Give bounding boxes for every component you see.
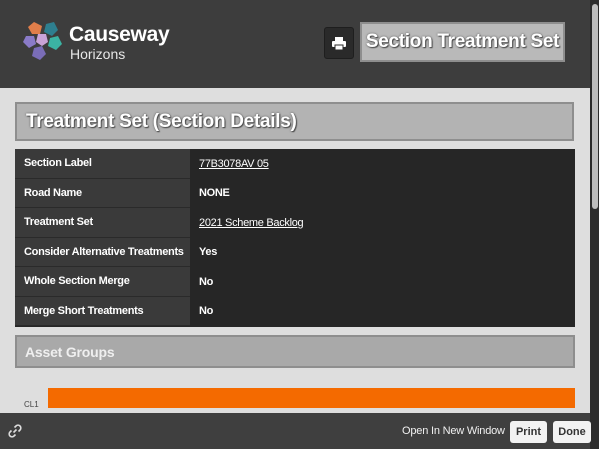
detail-label: Consider Alternative Treatments — [15, 237, 190, 267]
detail-row-whole-section-merge: Whole Section Merge No — [15, 267, 575, 297]
done-button[interactable]: Done — [553, 421, 591, 443]
detail-value: No — [199, 305, 214, 318]
page-title: Section Treatment Set — [365, 31, 560, 52]
detail-row-merge-short: Merge Short Treatments No — [15, 296, 575, 326]
header-print-button[interactable] — [324, 27, 354, 59]
detail-row-road-name: Road Name NONE — [15, 178, 575, 208]
detail-row-consider-alternative: Consider Alternative Treatments Yes — [15, 237, 575, 267]
printer-icon — [332, 36, 346, 50]
link-icon[interactable] — [8, 424, 22, 438]
causeway-logo — [23, 22, 62, 60]
section-title: Treatment Set (Section Details) — [26, 110, 297, 132]
open-new-window-link[interactable]: Open In New Window — [402, 425, 505, 437]
asset-groups-title: Asset Groups — [25, 343, 115, 360]
detail-value: Yes — [199, 246, 218, 259]
asset-groups-heading: Asset Groups — [15, 335, 575, 368]
app-header: Causeway Horizons Section Treatment Set — [0, 0, 599, 88]
detail-label: Whole Section Merge — [15, 267, 190, 297]
detail-label: Merge Short Treatments — [15, 296, 190, 326]
asset-group-label: CL1 — [24, 400, 39, 409]
brand-sub: Horizons — [70, 46, 126, 62]
detail-value: No — [199, 275, 214, 288]
detail-label: Section Label — [15, 149, 190, 179]
details-table: Section Label 77B3078AV 05 Road Name NON… — [15, 149, 575, 327]
scrollbar-thumb[interactable] — [592, 4, 598, 209]
detail-row-section-label: Section Label 77B3078AV 05 — [15, 149, 575, 179]
page-title-box: Section Treatment Set — [360, 22, 565, 62]
treatment-set-link[interactable]: 2021 Scheme Backlog — [190, 208, 575, 238]
section-heading: Treatment Set (Section Details) — [15, 102, 574, 141]
brand: Causeway Horizons — [69, 23, 170, 63]
vertical-scrollbar[interactable] — [590, 0, 599, 449]
detail-value: NONE — [199, 187, 230, 200]
section-label-link[interactable]: 77B3078AV 05 — [190, 149, 575, 179]
footer-bar: Open In New Window Print Done — [0, 413, 591, 449]
brand-name: Causeway — [69, 23, 170, 46]
print-button[interactable]: Print — [510, 421, 547, 443]
detail-label: Road Name — [15, 178, 190, 208]
detail-row-treatment-set: Treatment Set 2021 Scheme Backlog — [15, 208, 575, 238]
main-content: Treatment Set (Section Details) Section … — [0, 88, 590, 413]
detail-label: Treatment Set — [15, 208, 190, 238]
asset-group-bar — [48, 388, 575, 408]
